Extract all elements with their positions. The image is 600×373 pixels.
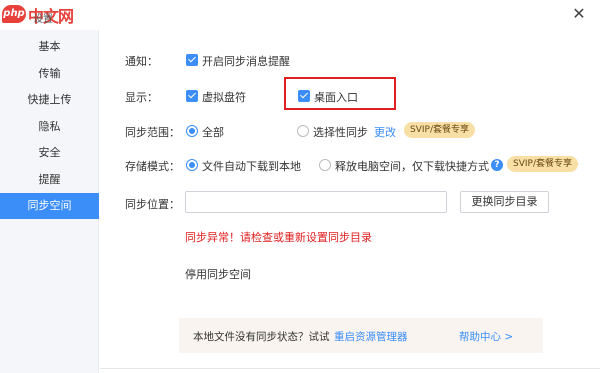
- sync-location-label: 同步位置：: [125, 198, 180, 211]
- question-icon[interactable]: ?: [491, 159, 503, 171]
- footer-tip: 本地文件没有同步状态？试试 重启资源管理器 帮助中心 >: [179, 318, 543, 353]
- sidebar-item-basic[interactable]: 基本: [0, 34, 99, 60]
- close-icon[interactable]: ✕: [570, 5, 588, 23]
- sync-all-label: 全部: [202, 126, 224, 139]
- change-link[interactable]: 更改: [374, 124, 396, 140]
- restart-explorer-link[interactable]: 重启资源管理器: [334, 329, 408, 344]
- sidebar-item-reminder[interactable]: 提醒: [0, 167, 99, 193]
- virtual-drive-checkbox[interactable]: [186, 90, 198, 102]
- footer-tip-text: 本地文件没有同步状态？试试: [193, 331, 330, 343]
- logo-badge: php: [2, 5, 26, 23]
- virtual-drive-label: 虚拟盘符: [202, 91, 246, 104]
- sync-all-radio[interactable]: [186, 125, 198, 137]
- window-title: 设置: [33, 14, 53, 25]
- sync-scope-label: 同步范围：: [125, 126, 180, 139]
- sidebar-item-privacy[interactable]: 隐私: [0, 114, 99, 140]
- auto-download-radio[interactable]: [186, 159, 198, 171]
- settings-panel: 通知： 开启同步消息提醒 显示： 虚拟盘符 桌面入口 同步范围： 全部 选择性同…: [100, 30, 600, 373]
- notify-label: 通知：: [125, 55, 158, 68]
- selective-sync-radio[interactable]: [297, 125, 309, 137]
- sidebar-item-transfer[interactable]: 传输: [0, 61, 99, 87]
- free-space-label: 释放电脑空间，仅下载快捷方式: [335, 160, 489, 173]
- highlight-box: [284, 77, 396, 110]
- sidebar-item-security[interactable]: 安全: [0, 140, 99, 166]
- sync-path-input[interactable]: [185, 191, 447, 213]
- display-label: 显示：: [125, 91, 158, 104]
- sidebar-item-quick-upload[interactable]: 快捷上传: [0, 87, 99, 113]
- error-message: 同步异常！请检查或重新设置同步目录: [185, 231, 372, 244]
- change-sync-dir-button[interactable]: 更换同步目录: [460, 191, 549, 213]
- free-space-radio[interactable]: [319, 159, 331, 171]
- selective-sync-label: 选择性同步: [313, 126, 368, 139]
- notify-checkbox[interactable]: [186, 54, 198, 66]
- stop-sync-space-link[interactable]: 停用同步空间: [185, 266, 251, 282]
- auto-download-label: 文件自动下载到本地: [202, 160, 301, 173]
- svip-badge: SVIP/套餐专享: [507, 156, 578, 172]
- svip-badge: SVIP/套餐专享: [404, 122, 475, 138]
- storage-mode-label: 存储模式：: [125, 160, 180, 173]
- title-bar: php 中文网 设置 ✕: [0, 0, 600, 30]
- divider: [100, 368, 600, 369]
- notify-option-label: 开启同步消息提醒: [202, 55, 290, 68]
- sidebar: 基本 传输 快捷上传 隐私 安全 提醒 同步空间: [0, 30, 99, 373]
- sidebar-item-sync-space[interactable]: 同步空间: [0, 193, 99, 219]
- help-center-link[interactable]: 帮助中心 >: [459, 329, 513, 344]
